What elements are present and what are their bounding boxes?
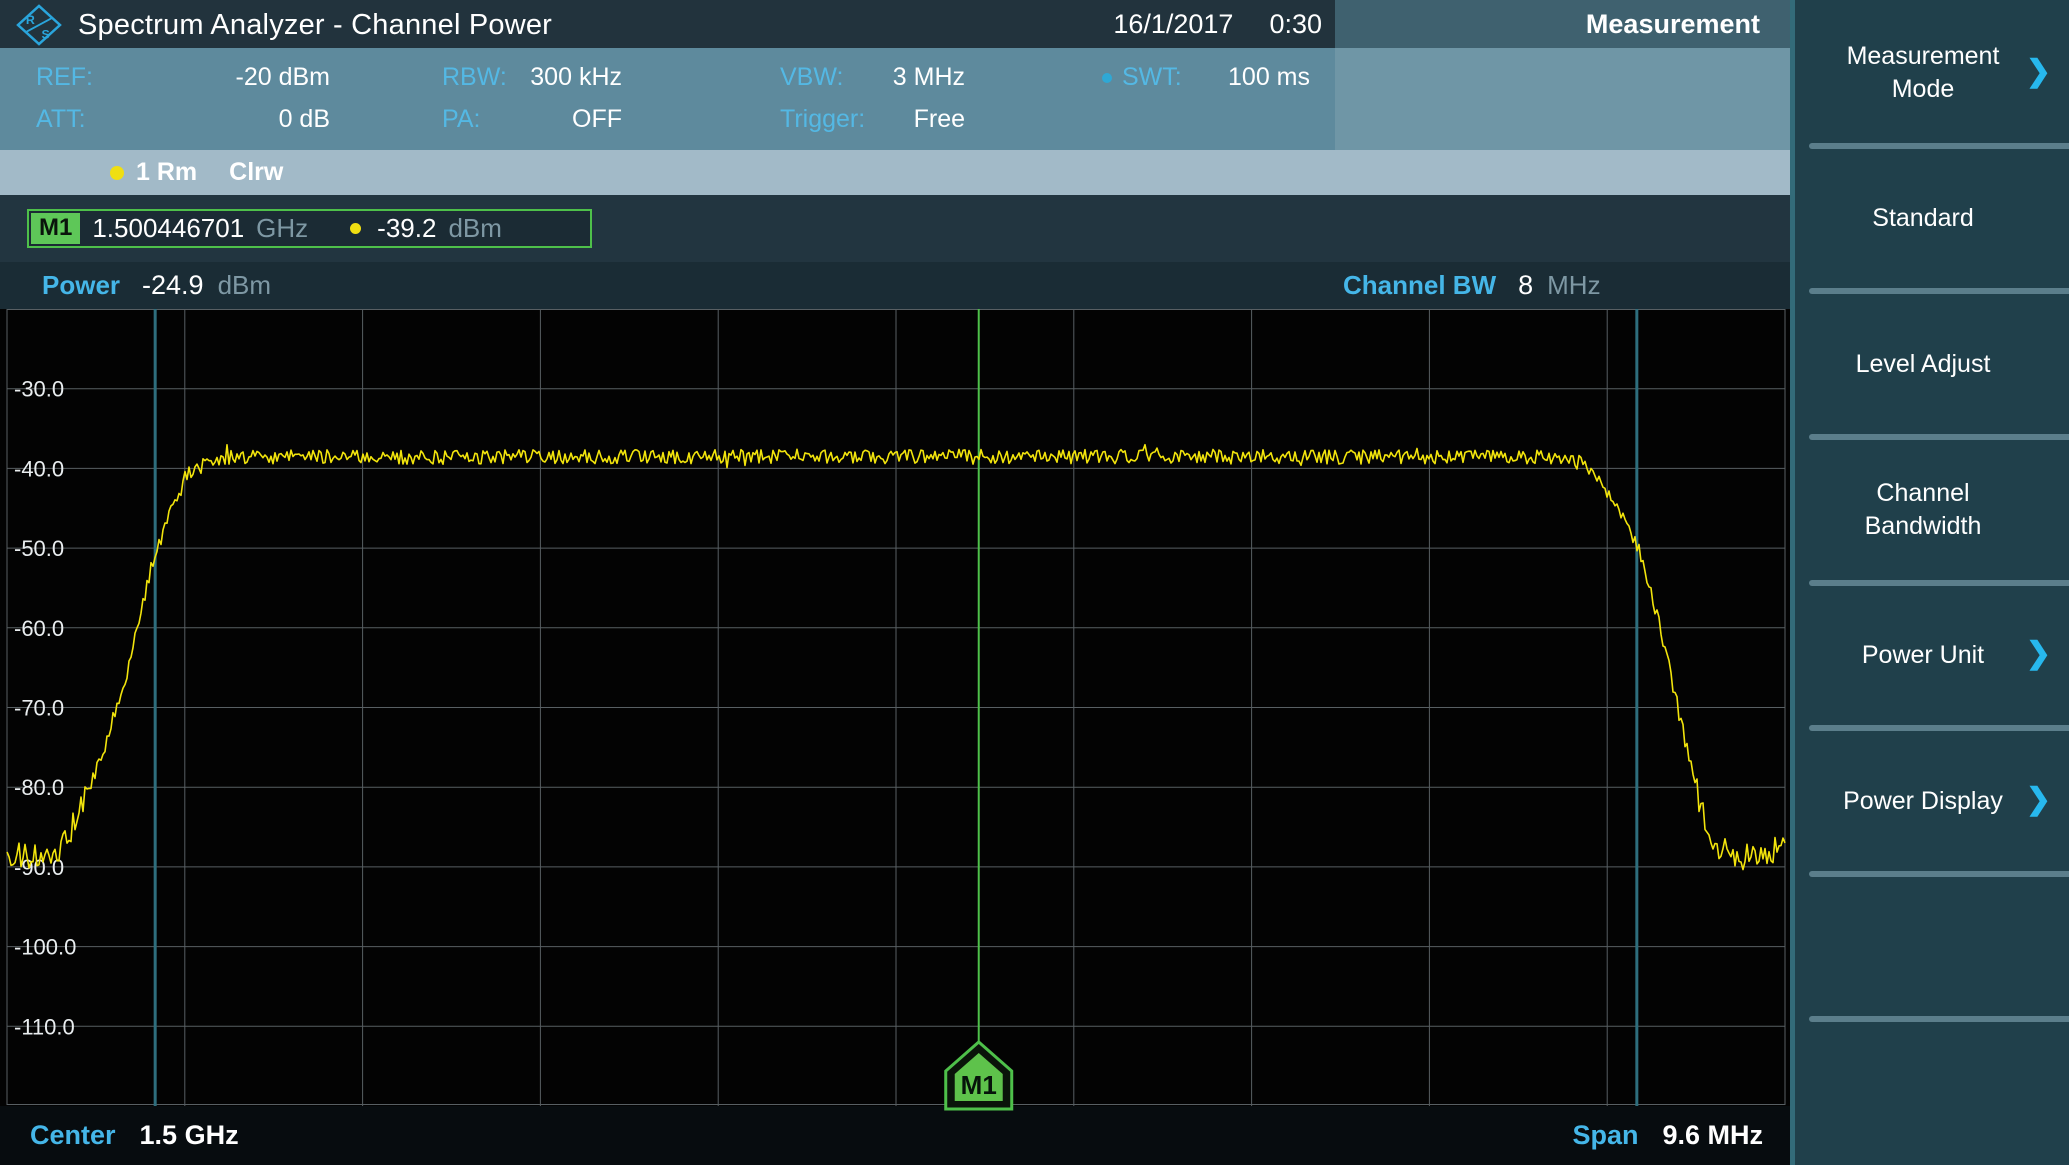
chevron-right-icon: ❯ [2026,782,2051,817]
power-result-row: Power -24.9 dBm Channel BW 8 MHz [0,262,1790,309]
vbw-label: VBW: [780,62,843,92]
settings-right-pane [1335,48,1790,150]
pa-label: PA: [442,104,480,134]
sidebar-button-standard[interactable]: Standard [1795,146,2069,292]
main-area: R S Spectrum Analyzer - Channel Power 16… [0,0,1790,1165]
date-label: 16/1/2017 [1113,9,1233,40]
sidebar-button-label: Level Adjust [1830,348,2035,381]
power-value: -24.9 [142,270,204,301]
swt-value[interactable]: 100 ms [1198,62,1310,92]
channel-bw-unit: MHz [1547,270,1600,301]
channel-bw-value[interactable]: 8 [1518,270,1533,301]
page-title: Spectrum Analyzer - Channel Power [78,0,552,48]
swt-label: SWT: [1122,62,1182,92]
rbw-value[interactable]: 300 kHz [500,62,622,92]
marker-level-value: -39.2 [377,213,436,244]
marker-level-unit: dBm [448,213,501,244]
trace-number: 1 Rm [136,158,197,187]
trace-color-dot-icon [110,166,124,180]
y-axis-tick-label: -70.0 [14,696,64,721]
swt-bullet-icon [1102,73,1112,83]
y-axis-tick-label: -60.0 [14,616,64,641]
chevron-right-icon: ❯ [2026,54,2051,89]
span-label: Span [1572,1120,1638,1151]
sidebar-button-power-unit[interactable]: Power Unit❯ [1795,583,2069,729]
power-label: Power [42,270,120,301]
sidebar-button-channel-bandwidth[interactable]: Channel Bandwidth [1795,437,2069,583]
sidebar-button-label: Power Display [1817,785,2047,818]
att-value[interactable]: 0 dB [120,104,330,134]
marker-readout-box[interactable]: M1 1.500446701 GHz -39.2 dBm [27,209,592,248]
spectrum-trace-plot[interactable]: -30.0-40.0-50.0-60.0-70.0-80.0-90.0-100.… [0,309,1790,1106]
marker-row: M1 1.500446701 GHz -39.2 dBm [0,195,1790,262]
rbw-label: RBW: [442,62,507,92]
marker-flag-label: M1 [961,1070,997,1100]
trace-mode: Clrw [229,158,283,187]
trigger-value[interactable]: Free [858,104,965,134]
span-value[interactable]: 9.6 MHz [1662,1120,1763,1151]
ref-value[interactable]: -20 dBm [120,62,330,92]
title-bar: R S Spectrum Analyzer - Channel Power 16… [0,0,1790,48]
datetime: 16/1/2017 0:30 [1113,0,1322,48]
marker-trace-dot-icon [350,223,361,234]
time-label: 0:30 [1269,9,1322,40]
marker-frequency-unit: GHz [256,213,308,244]
sidebar-button-level-adjust[interactable]: Level Adjust [1795,291,2069,437]
svg-text:R: R [26,13,35,27]
rohde-schwarz-logo-icon: R S [16,4,62,46]
sidebar-button-empty-7 [1795,874,2069,1020]
svg-text:S: S [42,27,50,41]
sidebar-button-label: Power Unit [1836,639,2028,672]
ref-label: REF: [36,62,93,92]
y-axis-tick-label: -100.0 [14,935,76,960]
y-axis-tick-label: -80.0 [14,775,64,800]
softkey-sidebar: Measurement Mode❯ Standard Level Adjust Cha… [1795,0,2069,1165]
vbw-value[interactable]: 3 MHz [858,62,965,92]
y-axis-tick-label: -40.0 [14,456,64,481]
sidebar-button-label: Standard [1846,202,2017,235]
trigger-label: Trigger: [780,104,865,134]
marker-frequency-value: 1.500446701 [92,213,244,244]
spectrum-chart[interactable]: -30.0-40.0-50.0-60.0-70.0-80.0-90.0-100.… [0,309,1790,1106]
att-label: ATT: [36,104,86,134]
trace-info-bar: 1 Rm Clrw [0,150,1790,195]
channel-bw-label: Channel BW [1343,270,1496,301]
marker-name-chip: M1 [31,213,80,244]
mode-header: Measurement [1335,0,1790,48]
chevron-right-icon: ❯ [2026,636,2051,671]
sidebar-button-power-display[interactable]: Power Display❯ [1795,728,2069,874]
frequency-bar: Center 1.5 GHz Span 9.6 MHz [0,1106,1790,1165]
sidebar-button-label: Channel Bandwidth [1795,477,2069,542]
y-axis-tick-label: -30.0 [14,377,64,402]
pa-value[interactable]: OFF [500,104,622,134]
y-axis-tick-label: -50.0 [14,536,64,561]
spectrum-analyzer-screen: R S Spectrum Analyzer - Channel Power 16… [0,0,2069,1165]
y-axis-tick-label: -110.0 [14,1014,75,1039]
sidebar-button-measurement-mode[interactable]: Measurement Mode❯ [1795,0,2069,146]
settings-panel: REF: -20 dBm ATT: 0 dB RBW: 300 kHz PA: … [0,48,1790,150]
center-value[interactable]: 1.5 GHz [140,1120,239,1151]
center-label: Center [30,1120,116,1151]
power-unit: dBm [218,270,271,301]
sidebar-button-empty-8 [1795,1019,2069,1165]
